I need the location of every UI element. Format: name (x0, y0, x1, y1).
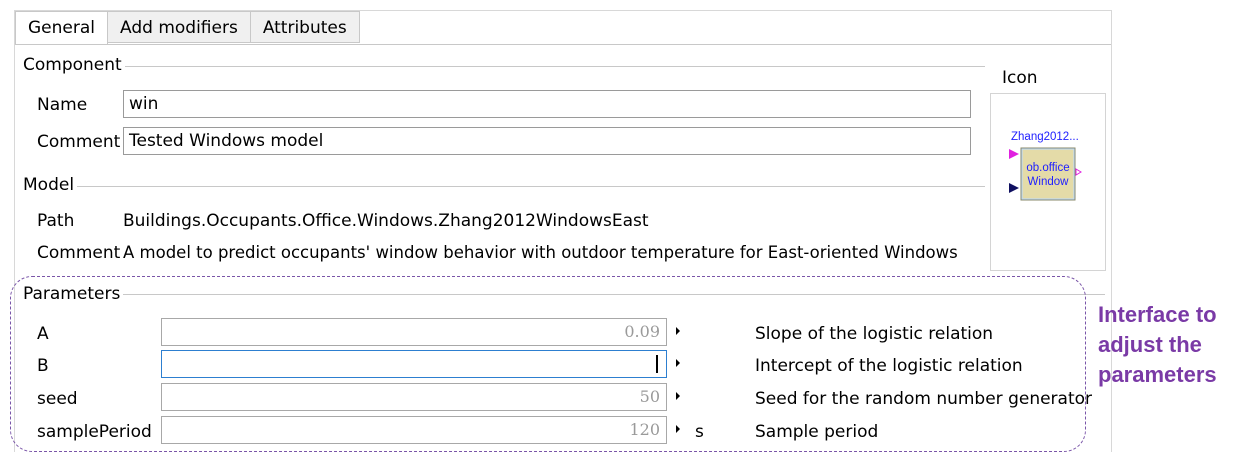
tab-attributes[interactable]: Attributes (250, 11, 360, 43)
icon-inner-text-2: Window (1028, 176, 1070, 188)
icon-group-title: Icon (999, 68, 1041, 88)
model-group-title: Model (23, 175, 78, 195)
comment-input[interactable]: Tested Windows model (123, 127, 971, 155)
tab-general[interactable]: General (15, 11, 108, 45)
name-label: Name (37, 95, 88, 115)
parameters-highlight-outline (10, 276, 1086, 452)
component-group-title: Component (23, 55, 125, 75)
tab-bar: General Add modifiers Attributes (15, 11, 360, 45)
model-comment-label: Comment (37, 243, 121, 263)
icon-class-label: Zhang2012... (1011, 131, 1079, 143)
input-port-top-icon (1009, 149, 1019, 159)
path-label: Path (37, 211, 75, 231)
output-port-icon (1075, 168, 1082, 176)
path-value: Buildings.Occupants.Office.Windows.Zhang… (123, 211, 649, 231)
icon-block (1020, 147, 1076, 201)
tab-divider (15, 44, 1111, 45)
annotation-text: Interface to adjust the parameters (1098, 302, 1217, 387)
model-comment-value: A model to predict occupants' window beh… (123, 243, 958, 262)
name-input[interactable]: win (123, 90, 971, 118)
input-port-bottom-icon (1009, 183, 1019, 193)
comment-label: Comment (37, 132, 121, 152)
tab-add-modifiers[interactable]: Add modifiers (108, 11, 251, 43)
model-group-rule (75, 186, 985, 187)
icon-inner-text-1: ob.office (1026, 162, 1069, 174)
component-group-rule (125, 66, 985, 67)
component-icon-preview: Zhang2012... ob.office Window (1009, 131, 1082, 201)
